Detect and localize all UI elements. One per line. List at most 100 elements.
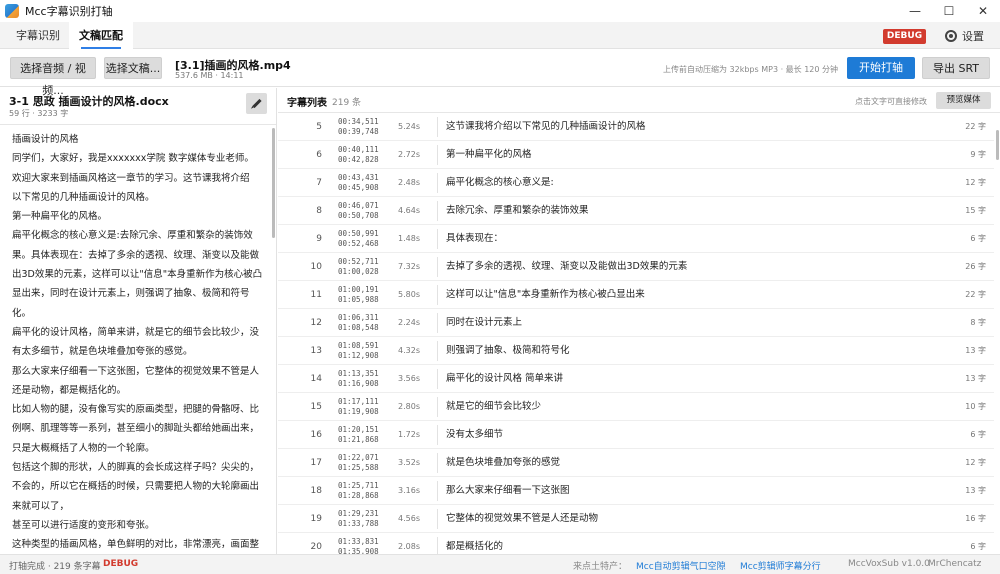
document-scrollbar[interactable] bbox=[272, 128, 275, 238]
subtitle-text[interactable]: 第一种扁平化的风格 bbox=[437, 145, 955, 165]
subtitle-timecode: 00:46,071 00:50,708 bbox=[338, 201, 379, 221]
app-logo-icon bbox=[5, 4, 19, 18]
subtitle-row[interactable]: 15 01:17,111 01:19,908 2.80s 就是它的细节会比较少 10 字 bbox=[278, 393, 994, 421]
document-pane: 3-1 思政 插画设计的风格.docx 59 行 · 3233 字 插画设计的风… bbox=[0, 88, 277, 554]
subtitle-row[interactable]: 17 01:22,071 01:25,588 3.52s 就是色块堆叠加夸张的感觉 12 … bbox=[278, 449, 994, 477]
subtitle-end-time: 01:08,548 bbox=[338, 323, 379, 332]
status-text: 打轴完成 · 219 条字幕 bbox=[9, 562, 101, 572]
document-line: 只是大概概括了人物的一个轮廓。 bbox=[12, 442, 155, 454]
subtitle-duration: 2.24s bbox=[398, 318, 420, 327]
subtitle-end-time: 01:19,908 bbox=[338, 407, 379, 416]
subtitle-text[interactable]: 扁平化的设计风格 简单来讲 bbox=[437, 369, 955, 389]
minimize-button[interactable]: — bbox=[898, 0, 932, 22]
subtitle-text[interactable]: 去掉了多余的透视、纹理、渐变以及能做出3D效果的元素 bbox=[437, 257, 955, 277]
maximize-button[interactable]: ☐ bbox=[932, 0, 966, 22]
subtitle-row[interactable]: 11 01:00,191 01:05,988 5.80s 这样可以让"信息"本身重新作为… bbox=[278, 281, 994, 309]
document-line: 那么大家来仔细看一下这张图，它整体的视觉效果不管是人 bbox=[12, 365, 260, 377]
document-meta: 59 行 · 3233 字 bbox=[9, 109, 69, 118]
window-title: Mcc字幕识别打轴 bbox=[25, 5, 113, 18]
subtitle-text[interactable]: 这样可以让"信息"本身重新作为核心被凸显出来 bbox=[437, 285, 955, 305]
subtitle-char-count: 6 字 bbox=[970, 542, 986, 551]
subtitle-duration: 5.24s bbox=[398, 122, 420, 131]
subtitle-list: 5 00:34,511 00:39,748 5.24s 这节课我将介绍以下常见的几种插画… bbox=[278, 112, 1000, 554]
close-button[interactable]: ✕ bbox=[966, 0, 1000, 22]
subtitle-text[interactable]: 则强调了抽象、极简和符号化 bbox=[437, 341, 955, 361]
subtitle-timecode: 00:52,711 01:00,028 bbox=[338, 257, 379, 277]
link-subtitle-split[interactable]: Mcc剪辑师字幕分行 bbox=[740, 559, 821, 572]
subtitle-start-time: 00:52,711 bbox=[338, 257, 379, 266]
subtitle-timecode: 00:43,431 00:45,908 bbox=[338, 173, 379, 193]
subtitle-row[interactable]: 20 01:33,831 01:35,908 2.08s 都是概括化的 6 字 bbox=[278, 533, 994, 554]
subtitle-index: 14 bbox=[310, 374, 322, 384]
subtitle-start-time: 01:08,591 bbox=[338, 341, 379, 350]
subtitle-index: 13 bbox=[310, 346, 322, 356]
subtitle-text[interactable]: 没有太多细节 bbox=[437, 425, 955, 445]
gear-icon bbox=[945, 30, 957, 42]
media-file-meta: 537.6 MB · 14:11 bbox=[175, 71, 244, 80]
subtitle-index: 12 bbox=[310, 318, 322, 328]
subtitle-end-time: 00:39,748 bbox=[338, 127, 379, 136]
tab-document-matching[interactable]: 文稿匹配 bbox=[69, 22, 133, 49]
document-line: 这种类型的插画风格，单色鲜明的对比，非常漂亮，画面整 bbox=[12, 539, 260, 551]
subtitle-text[interactable]: 那么大家来仔细看一下这张图 bbox=[437, 481, 955, 501]
document-line: 扁平化概念的核心意义是:去除冗余、厚重和繁杂的装饰效 bbox=[12, 230, 253, 242]
document-line: 欢迎大家来到插画风格这一章节的学习。这节课我将介绍 bbox=[12, 172, 250, 184]
edit-document-button[interactable] bbox=[246, 93, 267, 114]
preview-media-button[interactable]: 预览媒体 bbox=[936, 92, 991, 109]
subtitle-row[interactable]: 6 00:40,111 00:42,828 2.72s 第一种扁平化的风格 9 字 bbox=[278, 141, 994, 169]
tab-subtitle-recognition[interactable]: 字幕识别 bbox=[7, 22, 69, 49]
document-text[interactable]: 插画设计的风格 同学们，大家好，我是xxxxxxx学院 数字媒体专业老师。 欢迎大家… bbox=[0, 124, 276, 554]
subtitle-text[interactable]: 具体表现在： bbox=[437, 229, 955, 249]
subtitle-duration: 5.80s bbox=[398, 290, 420, 299]
subtitle-text[interactable]: 这节课我将介绍以下常见的几种插画设计的风格 bbox=[437, 117, 955, 137]
subtitle-end-time: 01:25,588 bbox=[338, 463, 379, 472]
subtitle-text[interactable]: 就是它的细节会比较少 bbox=[437, 397, 955, 417]
subtitle-index: 16 bbox=[310, 430, 322, 440]
subtitle-scrollbar[interactable] bbox=[996, 130, 999, 160]
subtitle-start-time: 00:50,991 bbox=[338, 229, 379, 238]
subtitle-row[interactable]: 10 00:52,711 01:00,028 7.32s 去掉了多余的透视、纹理、渐变以… bbox=[278, 253, 994, 281]
subtitle-timecode: 01:17,111 01:19,908 bbox=[338, 397, 379, 417]
select-media-button[interactable]: 选择音频 / 视频... bbox=[10, 57, 96, 97]
subtitle-row[interactable]: 18 01:25,711 01:28,868 3.16s 那么大家来仔细看一下这张图 13… bbox=[278, 477, 994, 505]
document-line: 以下常见的几种插画设计的风格。 bbox=[12, 191, 155, 203]
subtitle-row[interactable]: 7 00:43,431 00:45,908 2.48s 扁平化概念的核心意义是: 12 字 bbox=[278, 169, 994, 197]
subtitle-row[interactable]: 9 00:50,991 00:52,468 1.48s 具体表现在： 6 字 bbox=[278, 225, 994, 253]
subtitle-timecode: 00:40,111 00:42,828 bbox=[338, 145, 379, 165]
subtitle-text[interactable]: 都是概括化的 bbox=[437, 537, 955, 554]
subtitle-duration: 2.80s bbox=[398, 402, 420, 411]
subtitle-start-time: 01:13,351 bbox=[338, 369, 379, 378]
select-document-button[interactable]: 选择文稿... bbox=[104, 57, 162, 79]
subtitle-row[interactable]: 19 01:29,231 01:33,788 4.56s 它整体的视觉效果不管是人还是动… bbox=[278, 505, 994, 533]
export-srt-button[interactable]: 导出 SRT bbox=[922, 57, 990, 79]
subtitle-row[interactable]: 14 01:13,351 01:16,908 3.56s 扁平化的设计风格 简单来讲 13… bbox=[278, 365, 994, 393]
link-auto-gap-edit[interactable]: Mcc自动剪辑气口空隙 bbox=[636, 559, 726, 572]
settings-button[interactable]: 设置 bbox=[945, 27, 984, 45]
subtitle-start-time: 00:40,111 bbox=[338, 145, 379, 154]
subtitle-char-count: 15 字 bbox=[965, 206, 986, 215]
subtitle-duration: 1.72s bbox=[398, 430, 420, 439]
subtitle-timecode: 01:06,311 01:08,548 bbox=[338, 313, 379, 333]
subtitle-duration: 7.32s bbox=[398, 262, 420, 271]
subtitle-duration: 4.64s bbox=[398, 206, 420, 215]
start-alignment-button[interactable]: 开始打轴 bbox=[847, 57, 915, 79]
subtitle-char-count: 13 字 bbox=[965, 374, 986, 383]
subtitle-duration: 4.56s bbox=[398, 514, 420, 523]
subtitle-row[interactable]: 16 01:20,151 01:21,868 1.72s 没有太多细节 6 字 bbox=[278, 421, 994, 449]
subtitle-text[interactable]: 扁平化概念的核心意义是: bbox=[437, 173, 955, 193]
subtitle-end-time: 01:05,988 bbox=[338, 295, 379, 304]
subtitle-row[interactable]: 13 01:08,591 01:12,908 4.32s 则强调了抽象、极简和符号化 13… bbox=[278, 337, 994, 365]
subtitle-timecode: 01:22,071 01:25,588 bbox=[338, 453, 379, 473]
subtitle-start-time: 01:06,311 bbox=[338, 313, 379, 322]
subtitle-row[interactable]: 5 00:34,511 00:39,748 5.24s 这节课我将介绍以下常见的几种插画… bbox=[278, 113, 994, 141]
subtitle-row[interactable]: 8 00:46,071 00:50,708 4.64s 去除冗余、厚重和繁杂的装饰效果 1… bbox=[278, 197, 994, 225]
subtitle-text[interactable]: 去除冗余、厚重和繁杂的装饰效果 bbox=[437, 201, 955, 221]
subtitle-index: 6 bbox=[316, 150, 322, 160]
subtitle-text[interactable]: 它整体的视觉效果不管是人还是动物 bbox=[437, 509, 955, 529]
subtitle-timecode: 01:25,711 01:28,868 bbox=[338, 481, 379, 501]
subtitle-row[interactable]: 12 01:06,311 01:08,548 2.24s 同时在设计元素上 8 字 bbox=[278, 309, 994, 337]
tab-bar: 字幕识别 文稿匹配 bbox=[0, 22, 1000, 49]
subtitle-text[interactable]: 就是色块堆叠加夸张的感觉 bbox=[437, 453, 955, 473]
subtitle-start-time: 01:20,151 bbox=[338, 425, 379, 434]
subtitle-text[interactable]: 同时在设计元素上 bbox=[437, 313, 955, 333]
